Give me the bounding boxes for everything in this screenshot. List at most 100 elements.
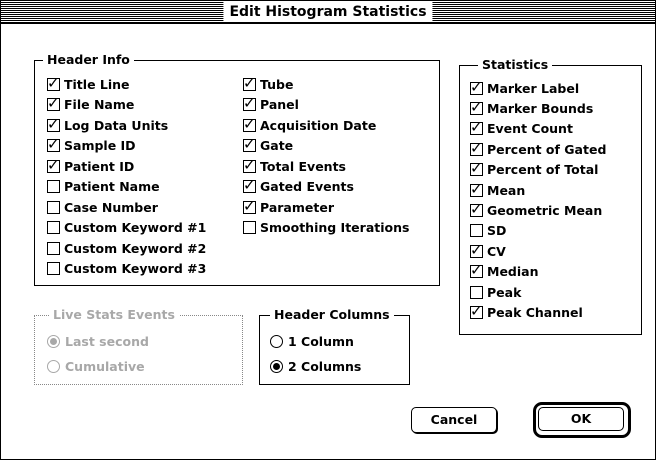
radio-label: 1 Column	[288, 333, 354, 349]
header-info-checkbox-total-events[interactable]: Total Events	[243, 157, 346, 175]
checkbox-label: SD	[487, 223, 507, 239]
header-columns-radio-1-column[interactable]: 1 Column	[270, 332, 354, 350]
checkmark-icon[interactable]	[470, 119, 483, 136]
statistics-checkbox-marker-label[interactable]: Marker Label	[470, 79, 579, 97]
ok-button[interactable]: OK	[538, 407, 624, 431]
checkmark-icon[interactable]	[470, 201, 483, 217]
radio-selected-icon[interactable]	[270, 359, 283, 373]
checkbox-label: Parameter	[260, 199, 334, 215]
header-info-checkbox-sample-id[interactable]: Sample ID	[47, 136, 136, 155]
checkbox-empty-icon[interactable]	[470, 285, 483, 299]
checkbox-label: Percent of Gated	[487, 141, 607, 157]
statistics-checkbox-percent-of-total[interactable]: Percent of Total	[470, 160, 599, 179]
checkmark-icon[interactable]	[243, 95, 256, 111]
checkmark-icon[interactable]	[47, 157, 60, 173]
cancel-button[interactable]: Cancel	[411, 407, 497, 433]
checkbox-label: Acquisition Date	[260, 117, 377, 133]
checkbox-empty-icon[interactable]	[47, 200, 60, 214]
checkmark-icon[interactable]	[243, 198, 256, 214]
checkbox-label: Peak Channel	[487, 304, 583, 320]
header-info-checkbox-smoothing-iterations[interactable]: Smoothing Iterations	[243, 219, 409, 237]
checkmark-icon[interactable]	[47, 95, 60, 111]
checkmark-icon[interactable]	[470, 140, 483, 156]
checkbox-label: Smoothing Iterations	[260, 220, 410, 235]
header-info-checkbox-gate[interactable]: Gate	[243, 136, 294, 155]
live-stats-radio-last-second[interactable]: Last second	[47, 332, 149, 350]
header-info-checkbox-case-number[interactable]: Case Number	[47, 198, 158, 216]
live-stats-radio-cumulative[interactable]: Cumulative	[47, 357, 145, 375]
header-info-checkbox-parameter[interactable]: Parameter	[243, 198, 334, 216]
header-info-checkbox-log-data-units[interactable]: Log Data Units	[47, 116, 168, 134]
header-info-checkbox-acquisition-date[interactable]: Acquisition Date	[243, 116, 376, 134]
statistics-checkbox-mean[interactable]: Mean	[470, 181, 525, 199]
checkbox-label: Custom Keyword #1	[64, 220, 207, 235]
header-info-checkbox-title-line[interactable]: Title Line	[47, 75, 130, 93]
radio-empty-icon[interactable]	[270, 334, 283, 348]
checkmark-icon[interactable]	[47, 116, 60, 132]
checkbox-label: File Name	[64, 97, 135, 112]
radio-empty-icon[interactable]	[47, 359, 60, 373]
checkmark-icon[interactable]	[470, 303, 483, 319]
checkmark-icon[interactable]	[243, 136, 256, 152]
statistics-checkbox-peak[interactable]: Peak	[470, 283, 521, 301]
checkbox-empty-icon[interactable]	[470, 224, 483, 238]
checkmark-icon[interactable]	[470, 99, 483, 115]
checkmark-icon[interactable]	[243, 157, 256, 173]
header-info-checkbox-custom-keyword-3[interactable]: Custom Keyword #3	[47, 260, 206, 278]
statistics-checkbox-geometric-mean[interactable]: Geometric Mean	[470, 201, 602, 219]
checkmark-icon[interactable]	[243, 116, 256, 132]
checkmark-icon[interactable]	[470, 242, 483, 258]
statistics-checkbox-peak-channel[interactable]: Peak Channel	[470, 303, 583, 321]
header-info-label: Header Info	[43, 52, 134, 68]
statistics-group: Statistics Marker Label Marker Bounds Even…	[459, 57, 642, 335]
statistics-checkbox-median[interactable]: Median	[470, 262, 538, 281]
checkbox-label: Custom Keyword #2	[64, 240, 207, 256]
checkbox-label: Tube	[260, 76, 294, 92]
checkmark-icon[interactable]	[470, 181, 483, 197]
checkmark-icon[interactable]	[243, 177, 256, 193]
header-info-checkbox-patient-name[interactable]: Patient Name	[47, 178, 160, 196]
radio-selected-icon[interactable]	[47, 334, 60, 348]
checkmark-icon[interactable]	[470, 262, 483, 279]
checkmark-icon[interactable]	[470, 79, 483, 95]
checkbox-label: Gate	[260, 138, 294, 153]
live-stats-label: Live Stats Events	[49, 307, 179, 323]
header-info-checkbox-panel[interactable]: Panel	[243, 95, 299, 114]
checkbox-label: Patient ID	[64, 158, 135, 174]
radio-label: Last second	[65, 333, 149, 349]
statistics-checkbox-sd[interactable]: SD	[470, 222, 506, 240]
header-info-group: Header Info Title Line File Name Log Data …	[34, 52, 440, 286]
dialog-title: Edit Histogram Statistics	[223, 2, 433, 22]
header-info-checkbox-custom-keyword-1[interactable]: Custom Keyword #1	[47, 219, 206, 237]
checkbox-empty-icon[interactable]	[243, 221, 256, 234]
header-info-checkbox-tube[interactable]: Tube	[243, 75, 293, 93]
statistics-checkbox-percent-of-gated[interactable]: Percent of Gated	[470, 140, 606, 158]
statistics-checkbox-event-count[interactable]: Event Count	[470, 119, 573, 138]
header-columns-radio-2-columns[interactable]: 2 Columns	[270, 357, 361, 375]
header-info-checkbox-file-name[interactable]: File Name	[47, 95, 135, 114]
checkbox-label: Geometric Mean	[487, 202, 603, 218]
checkmark-icon[interactable]	[47, 75, 60, 91]
checkbox-label: Percent of Total	[487, 162, 599, 178]
checkbox-label: Total Events	[260, 158, 346, 174]
checkbox-label: Marker Bounds	[487, 100, 594, 116]
checkbox-empty-icon[interactable]	[47, 262, 60, 275]
checkmark-icon[interactable]	[470, 160, 483, 177]
header-info-checkbox-patient-id[interactable]: Patient ID	[47, 157, 134, 175]
checkbox-empty-icon[interactable]	[47, 180, 60, 193]
header-info-checkbox-custom-keyword-2[interactable]: Custom Keyword #2	[47, 239, 206, 257]
statistics-checkbox-marker-bounds[interactable]: Marker Bounds	[470, 99, 593, 117]
radio-label: 2 Columns	[288, 358, 362, 374]
checkbox-label: Peak	[487, 284, 522, 300]
checkbox-empty-icon[interactable]	[47, 221, 60, 234]
dialog-window: Edit Histogram Statistics Header Info Ti…	[0, 0, 656, 460]
checkbox-empty-icon[interactable]	[47, 241, 60, 255]
checkbox-label: Sample ID	[64, 138, 136, 153]
radio-label: Cumulative	[65, 358, 145, 374]
checkbox-label: Mean	[487, 182, 526, 198]
statistics-checkbox-cv[interactable]: CV	[470, 242, 506, 260]
title-bar[interactable]: Edit Histogram Statistics	[1, 1, 655, 24]
header-info-checkbox-gated-events[interactable]: Gated Events	[243, 177, 354, 196]
checkmark-icon[interactable]	[243, 75, 256, 91]
checkmark-icon[interactable]	[47, 136, 60, 152]
